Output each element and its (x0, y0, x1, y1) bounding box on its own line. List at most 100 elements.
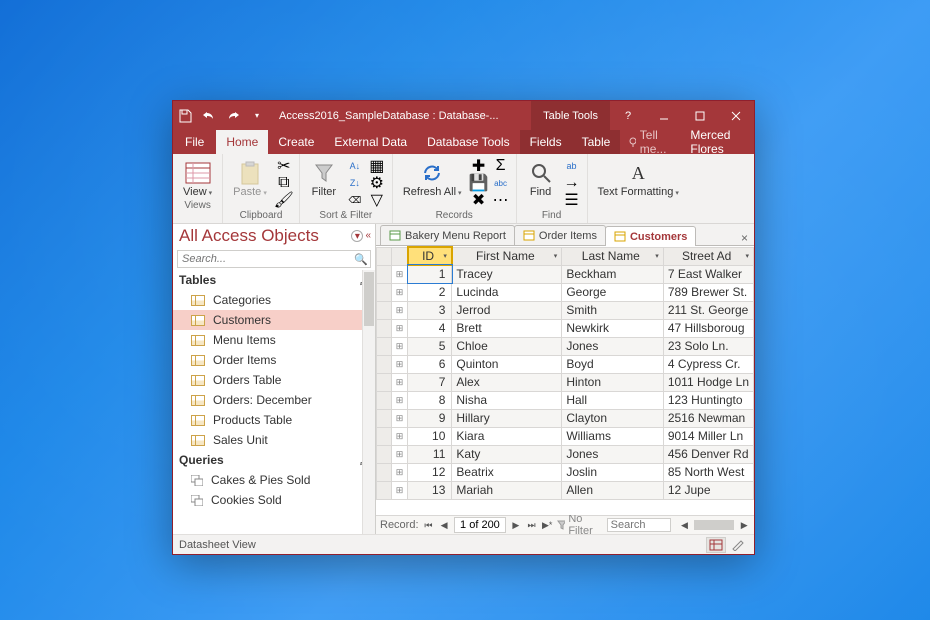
cell-last-name[interactable]: Allen (562, 481, 664, 499)
cut-icon[interactable]: ✂ (275, 158, 293, 174)
expand-row-icon[interactable]: ⊞ (391, 319, 408, 337)
cell-street-address[interactable]: 211 St. George (663, 301, 753, 319)
table-row[interactable]: ⊞10KiaraWilliams9014 Miller Ln (377, 427, 754, 445)
expand-row-icon[interactable]: ⊞ (391, 391, 408, 409)
nav-item-orders-december[interactable]: Orders: December (173, 390, 375, 410)
datasheet-grid[interactable]: ID▾First Name▾Last Name▾Street Ad▾⊞1Trac… (376, 246, 754, 515)
goto-icon[interactable]: → (563, 175, 581, 191)
cell-first-name[interactable]: Beatrix (452, 463, 562, 481)
next-record-button[interactable]: ▶ (510, 520, 522, 531)
delete-record-icon[interactable]: ✖ (470, 192, 488, 208)
nav-item-customers[interactable]: Customers (173, 310, 375, 330)
replace-icon[interactable]: ab (563, 158, 581, 174)
tab-create[interactable]: Create (268, 130, 324, 154)
expand-row-icon[interactable]: ⊞ (391, 301, 408, 319)
first-record-button[interactable]: ⏮ (423, 520, 435, 531)
cell-last-name[interactable]: Clayton (562, 409, 664, 427)
paste-button[interactable]: Paste (229, 158, 271, 198)
cell-street-address[interactable]: 23 Solo Ln. (663, 337, 753, 355)
text-formatting-button[interactable]: A Text Formatting (594, 158, 683, 198)
cell-last-name[interactable]: Newkirk (562, 319, 664, 337)
cell-street-address[interactable]: 4 Cypress Cr. (663, 355, 753, 373)
format-painter-icon[interactable]: 🖌 (275, 192, 293, 208)
column-header-first-name[interactable]: First Name▾ (452, 247, 562, 265)
cell-street-address[interactable]: 123 Huntingto (663, 391, 753, 409)
chevron-down-icon[interactable]: ▾ (443, 252, 447, 260)
doc-tab-bakery-menu-report[interactable]: Bakery Menu Report (380, 225, 515, 245)
cell-first-name[interactable]: Lucinda (452, 283, 562, 301)
sort-asc-icon[interactable]: A↓ (346, 158, 364, 174)
remove-sort-icon[interactable]: ⌫ (346, 192, 364, 208)
chevron-down-icon[interactable]: ▾ (655, 252, 659, 260)
doc-tab-order-items[interactable]: Order Items (514, 225, 606, 245)
cell-id[interactable]: 2 (408, 283, 452, 301)
undo-icon[interactable] (198, 105, 220, 127)
row-selector[interactable] (377, 391, 392, 409)
cell-street-address[interactable]: 456 Denver Rd (663, 445, 753, 463)
cell-id[interactable]: 8 (408, 391, 452, 409)
cell-first-name[interactable]: Nisha (452, 391, 562, 409)
cell-first-name[interactable]: Brett (452, 319, 562, 337)
nav-scrollbar[interactable] (362, 270, 375, 534)
expand-row-icon[interactable]: ⊞ (391, 355, 408, 373)
nav-section-queries[interactable]: Queries︽ (173, 450, 375, 470)
table-row[interactable]: ⊞1TraceyBeckham7 East Walker (377, 265, 754, 283)
cell-last-name[interactable]: Williams (562, 427, 664, 445)
selection-filter-icon[interactable]: ▦ (368, 158, 386, 174)
cell-id[interactable]: 7 (408, 373, 452, 391)
user-name[interactable]: Merced Flores (680, 130, 754, 154)
column-header-street-ad[interactable]: Street Ad▾ (663, 247, 753, 265)
design-view-button[interactable] (728, 537, 748, 553)
cell-first-name[interactable]: Hillary (452, 409, 562, 427)
nav-item-order-items[interactable]: Order Items (173, 350, 375, 370)
hscroll-right-button[interactable]: ▶ (738, 520, 750, 531)
prev-record-button[interactable]: ◀ (438, 520, 450, 531)
redo-icon[interactable] (222, 105, 244, 127)
nav-search[interactable]: 🔍 (177, 250, 371, 268)
save-icon[interactable] (174, 105, 196, 127)
nav-dropdown-icon[interactable]: ▾ (351, 230, 363, 242)
refresh-all-button[interactable]: Refresh All (399, 158, 466, 198)
cell-id[interactable]: 4 (408, 319, 452, 337)
row-selector[interactable] (377, 427, 392, 445)
tab-file[interactable]: File (173, 130, 216, 154)
cell-street-address[interactable]: 47 Hillsboroug (663, 319, 753, 337)
toggle-filter-icon[interactable]: ▽ (368, 192, 386, 208)
select-icon[interactable]: ☰ (563, 192, 581, 208)
table-row[interactable]: ⊞9HillaryClayton2516 Newman (377, 409, 754, 427)
cell-id[interactable]: 10 (408, 427, 452, 445)
row-selector-header[interactable] (377, 247, 392, 265)
nav-item-products-table[interactable]: Products Table (173, 410, 375, 430)
nav-item-sales-unit[interactable]: Sales Unit (173, 430, 375, 450)
filter-button[interactable]: Filter (306, 158, 342, 198)
cell-first-name[interactable]: Tracey (452, 265, 562, 283)
row-selector[interactable] (377, 301, 392, 319)
nav-item-menu-items[interactable]: Menu Items (173, 330, 375, 350)
totals-icon[interactable]: Σ (492, 158, 510, 174)
cell-id[interactable]: 13 (408, 481, 452, 499)
cell-last-name[interactable]: Hall (562, 391, 664, 409)
table-row[interactable]: ⊞5ChloeJones23 Solo Ln. (377, 337, 754, 355)
doc-tab-customers[interactable]: Customers (605, 226, 696, 246)
close-button[interactable] (718, 101, 754, 130)
row-selector[interactable] (377, 463, 392, 481)
row-selector[interactable] (377, 445, 392, 463)
tab-external-data[interactable]: External Data (324, 130, 417, 154)
nav-item-orders-table[interactable]: Orders Table (173, 370, 375, 390)
table-row[interactable]: ⊞7AlexHinton1011 Hodge Ln (377, 373, 754, 391)
cell-last-name[interactable]: Joslin (562, 463, 664, 481)
more-records-icon[interactable]: ⋯ (492, 192, 510, 208)
nav-item-cookies-sold[interactable]: Cookies Sold (173, 490, 375, 510)
cell-id[interactable]: 12 (408, 463, 452, 481)
cell-id[interactable]: 9 (408, 409, 452, 427)
minimize-button[interactable] (646, 101, 682, 130)
tell-me-search[interactable]: Tell me... (620, 130, 680, 154)
cell-first-name[interactable]: Jerrod (452, 301, 562, 319)
cell-last-name[interactable]: Beckham (562, 265, 664, 283)
cell-street-address[interactable]: 12 Jupe (663, 481, 753, 499)
cell-id[interactable]: 5 (408, 337, 452, 355)
row-selector[interactable] (377, 481, 392, 499)
tab-fields[interactable]: Fields (520, 130, 572, 154)
cell-first-name[interactable]: Kiara (452, 427, 562, 445)
cell-first-name[interactable]: Katy (452, 445, 562, 463)
